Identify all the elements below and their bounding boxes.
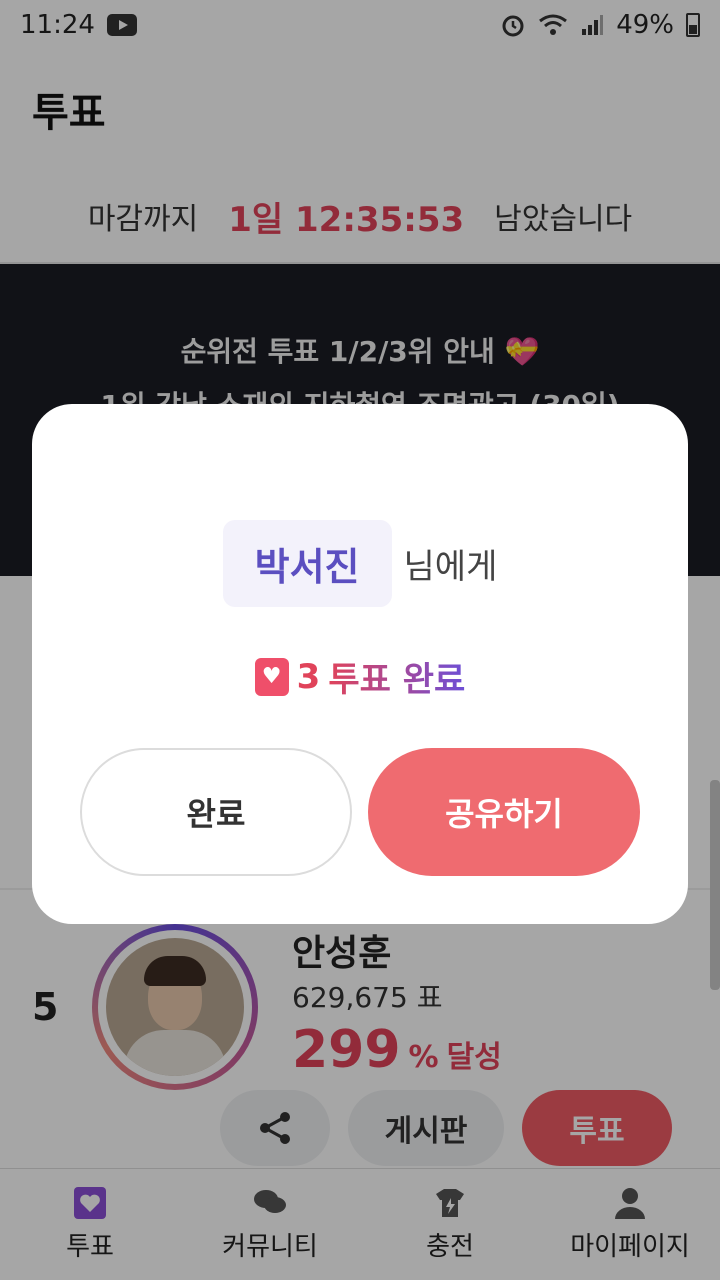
recipient-name: 박서진 xyxy=(222,520,392,607)
done-button[interactable]: 완료 xyxy=(80,748,352,876)
heart-icon: ♥ xyxy=(254,657,289,696)
share-button[interactable]: 공유하기 xyxy=(368,748,640,876)
vote-complete-dialog: 박서진 님에게 ♥ 3 투표 완료 완료 공유하기 xyxy=(32,404,688,924)
recipient-suffix: 님에게 xyxy=(403,547,498,587)
recipient-row: 박서진 님에게 xyxy=(32,520,688,607)
vote-result-text: 투표 완료 xyxy=(328,652,465,701)
vote-result: ♥ 3 투표 완료 xyxy=(32,652,688,701)
vote-count: 3 xyxy=(296,656,321,697)
